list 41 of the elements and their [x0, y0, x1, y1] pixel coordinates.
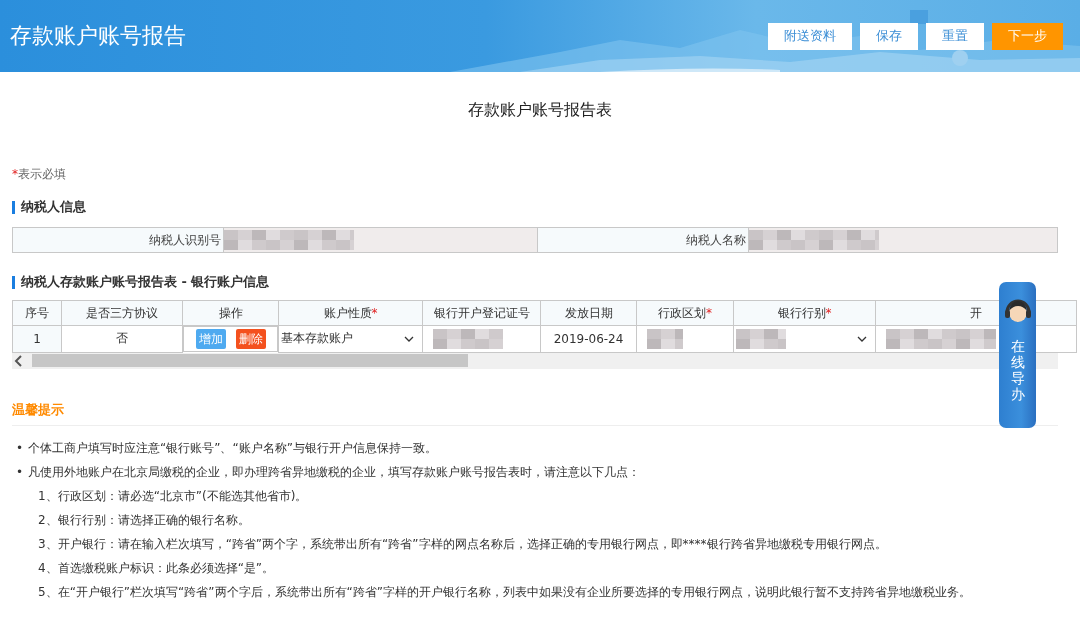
- chevron-down-icon: [857, 335, 867, 342]
- tip-text: 3、开户银行：请在输入栏次填写，“跨省”两个字，系统带出所有“跨省”字样的网点名称后，选择正确的专用银行网点，即****银行跨省异地缴税专用银行网点。: [37, 535, 888, 553]
- add-button[interactable]: 增加: [195, 329, 226, 349]
- blurred-value: [647, 328, 683, 349]
- header-button[interactable]: 保存: [860, 22, 918, 50]
- table-cell: 1: [12, 325, 62, 352]
- bullet-icon: •: [16, 435, 28, 460]
- column-header: 操作: [182, 300, 279, 326]
- section-title: 纳税人信息: [21, 198, 86, 216]
- column-header: 发放日期: [540, 300, 637, 326]
- select-field[interactable]: 基本存款账户: [279, 326, 422, 351]
- column-header: 银行开户登记证号: [422, 300, 541, 326]
- field-label: 纳税人名称: [686, 232, 746, 247]
- section-title: 纳税人存款账户账号报告表 - 银行账户信息: [21, 273, 270, 291]
- delete-button[interactable]: 删除: [235, 329, 266, 349]
- table-cell: 2019-06-24: [540, 325, 637, 352]
- bullet-icon: •: [16, 459, 28, 484]
- tip-text: 4、首选缴税账户标识：此条必须选择“是”。: [37, 559, 276, 577]
- tip-text: 凡使用外地账户在北京局缴税的企业，即办理跨省异地缴税的企业，填写存款账户账号报告表时，请注意以下几点：: [28, 464, 640, 479]
- blurred-value: [433, 328, 503, 349]
- page-title: 存款账户账号报告: [10, 22, 186, 50]
- next-button[interactable]: 下一步: [992, 22, 1063, 50]
- scrollbar-thumb[interactable]: [32, 354, 468, 367]
- header-button[interactable]: 重置: [926, 22, 984, 50]
- field-label: 纳税人识别号: [149, 232, 221, 247]
- column-header: 是否三方协议: [61, 300, 183, 326]
- blurred-value: [736, 328, 786, 349]
- tip-text: 5、在“开户银行”栏次填写“跨省”两个字后，系统带出所有“跨省”字样的开户银行名称，列表中如果没有企业所要选择的专用银行网点，说明此银行暂不支持跨省异地缴税业务。: [37, 583, 972, 601]
- column-header: 账户性质*: [278, 300, 423, 326]
- form-title: 存款账户账号报告表: [467, 99, 613, 121]
- column-header: 行政区划*: [636, 300, 734, 326]
- chevron-down-icon: [404, 335, 414, 342]
- tip-text: 1、行政区划：请必选“北京市”(不能选其他省市)。: [37, 487, 309, 505]
- tip-text: 个体工商户填写时应注意“银行账号”、“账户名称”与银行开户信息保持一致。: [28, 440, 437, 455]
- table-cell: 否: [61, 325, 183, 352]
- tip-text: 2、银行行别：请选择正确的银行名称。: [37, 511, 251, 529]
- column-header: 序号: [12, 300, 62, 326]
- header-button[interactable]: 附送资料: [768, 22, 852, 50]
- column-header: 银行行别*: [733, 300, 876, 326]
- required-note: *表示必填: [12, 166, 67, 180]
- online-guide-button[interactable]: 在线导办: [999, 282, 1036, 428]
